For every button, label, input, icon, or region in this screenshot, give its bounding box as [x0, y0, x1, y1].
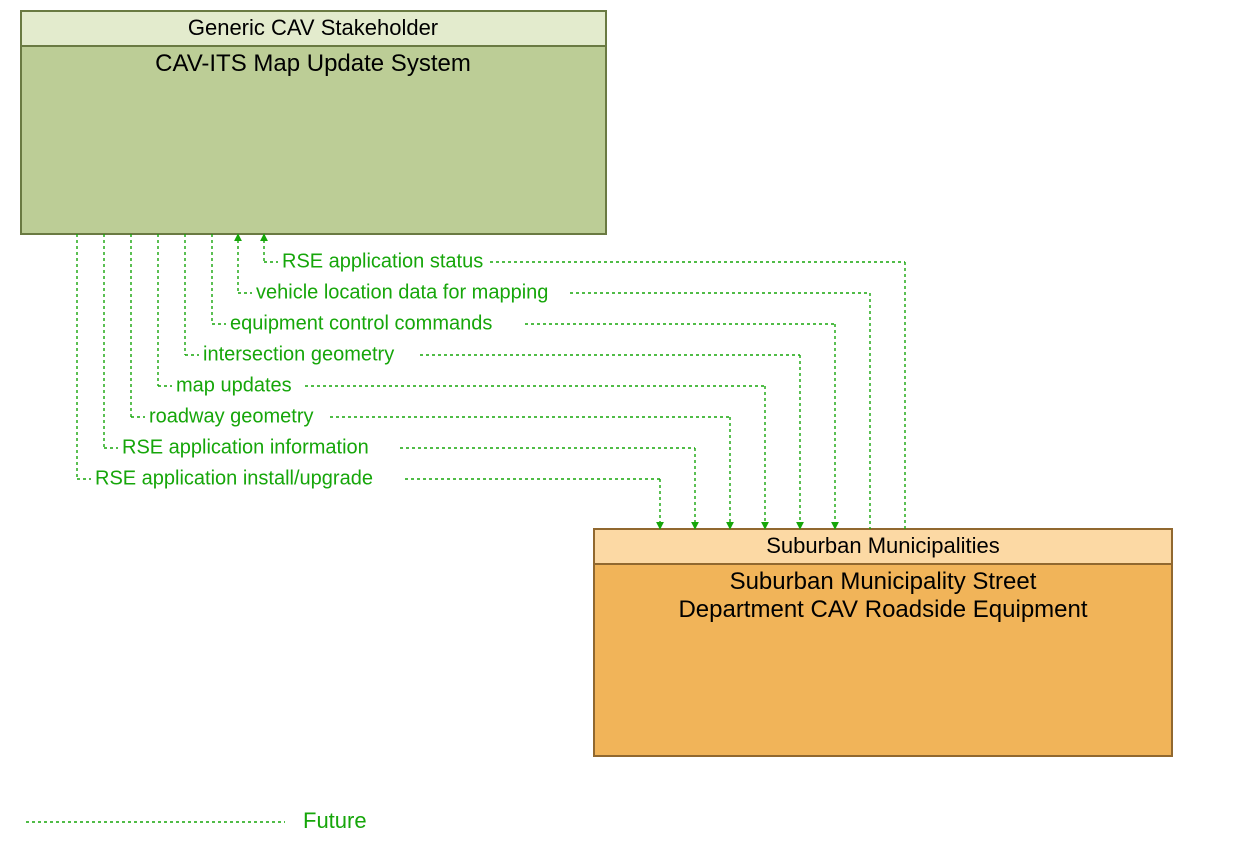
flow6-label: roadway geometry [149, 405, 314, 427]
bottom-box-header-text: Suburban Municipalities [766, 533, 1000, 558]
bottom-box-body-text2: Department CAV Roadside Equipment [678, 596, 1087, 623]
flow3-label: equipment control commands [230, 312, 492, 334]
bottom-entity-box: Suburban Municipalities Suburban Municip… [594, 529, 1172, 756]
flow5-label: map updates [176, 374, 292, 396]
flow2-label: vehicle location data for mapping [256, 281, 548, 303]
flow4-label: intersection geometry [203, 343, 394, 365]
bottom-box-body-text1: Suburban Municipality Street [730, 568, 1037, 595]
flow-rse-application-install-upgrade: RSE application install/upgrade [77, 234, 660, 529]
top-box-body-text: CAV-ITS Map Update System [155, 50, 471, 77]
flow8-label: RSE application install/upgrade [95, 467, 373, 489]
flow1-label: RSE application status [282, 250, 483, 272]
legend-label: Future [303, 808, 367, 833]
legend: Future [26, 808, 367, 833]
top-entity-box: Generic CAV Stakeholder CAV-ITS Map Upda… [21, 11, 606, 234]
architecture-diagram: Generic CAV Stakeholder CAV-ITS Map Upda… [0, 0, 1252, 867]
flow7-label: RSE application information [122, 436, 369, 458]
top-box-header-text: Generic CAV Stakeholder [188, 15, 438, 40]
